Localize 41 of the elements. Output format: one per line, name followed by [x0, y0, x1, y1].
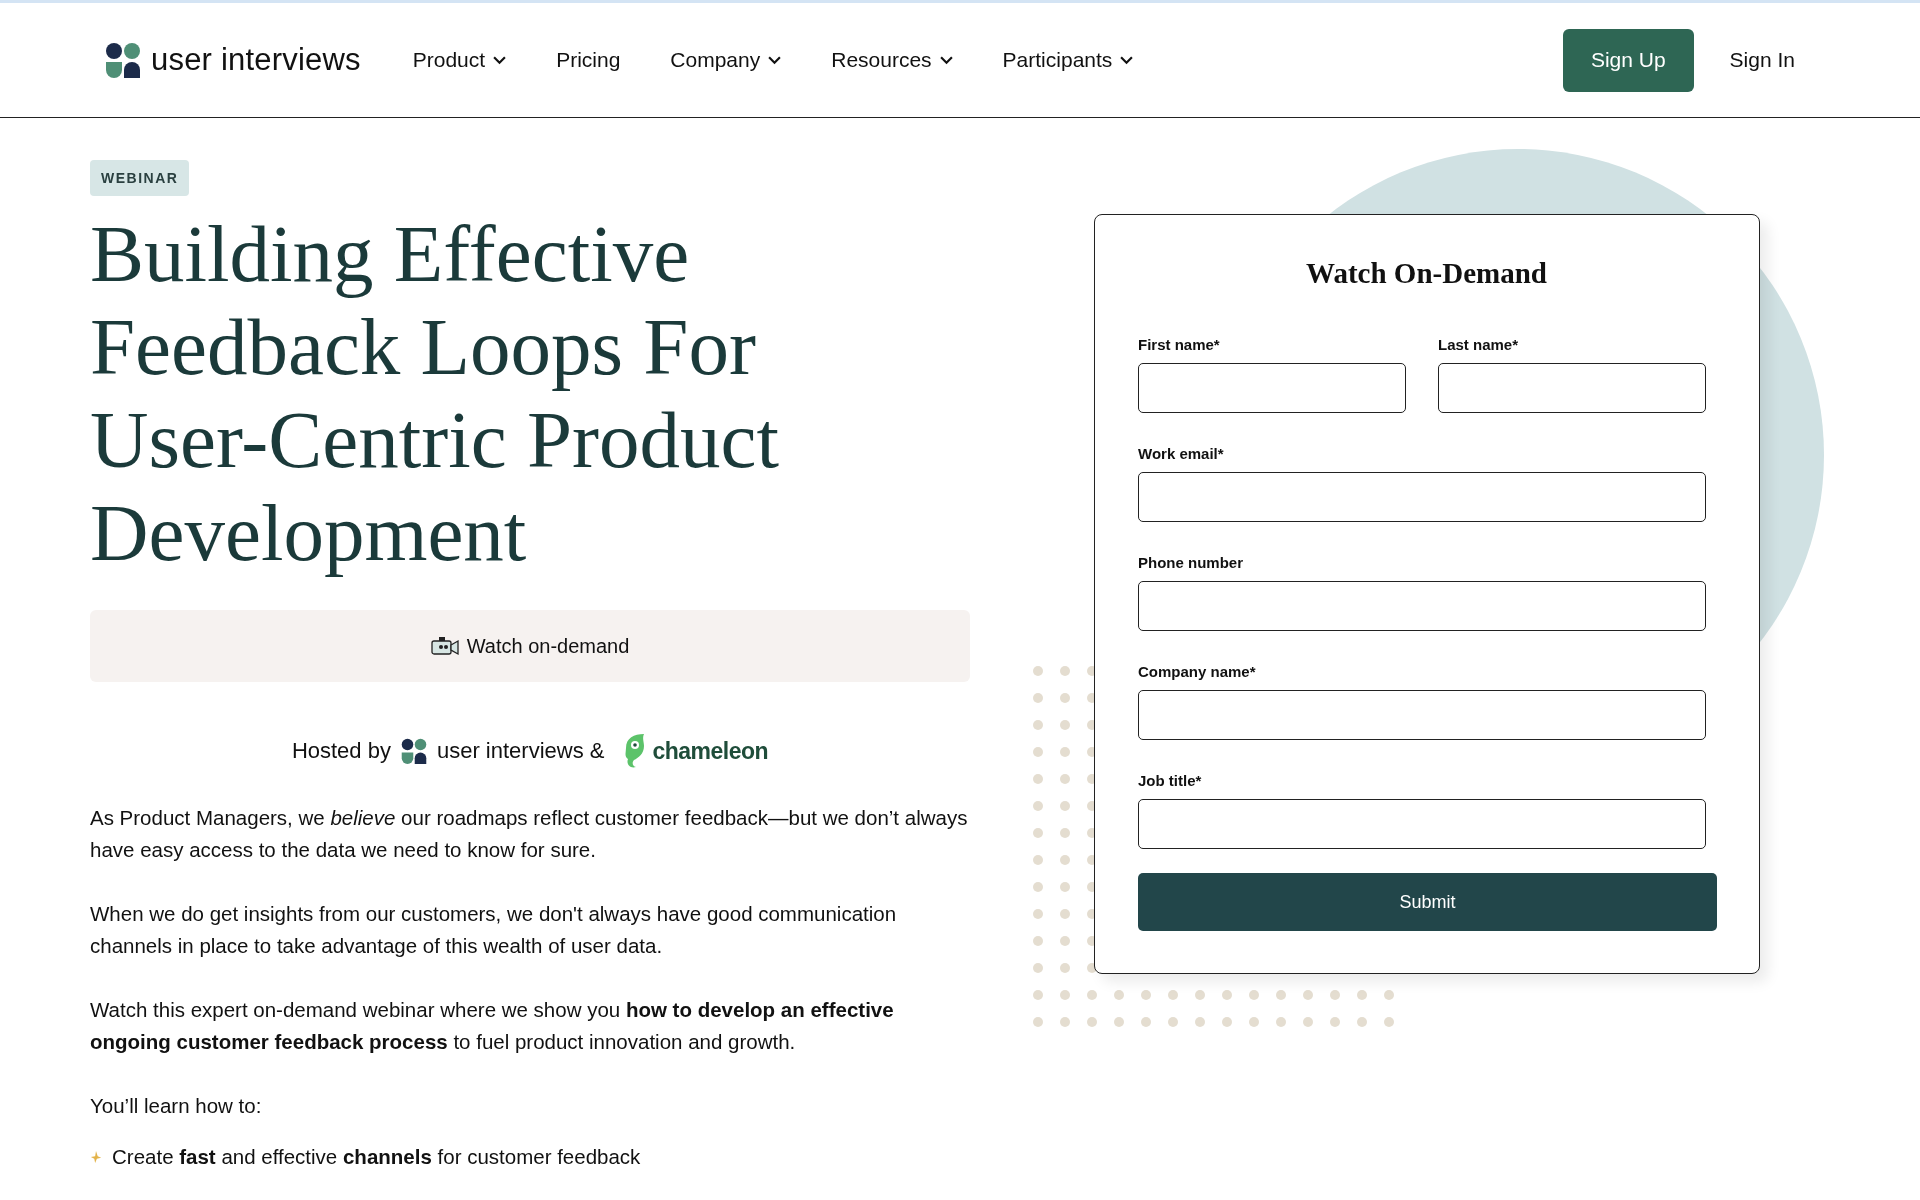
- logo-icon[interactable]: [105, 42, 141, 78]
- body-paragraph: As Product Managers, we believe our roadmaps reflect customer feedback—but we don’t always have easy access to the data we need to know for sure.: [90, 805, 969, 863]
- video-camera-icon: [430, 636, 459, 656]
- nav-link[interactable]: Participants: [1002, 48, 1134, 72]
- submit-button[interactable]: Submit: [1138, 873, 1717, 931]
- input-field[interactable]: [1438, 363, 1706, 413]
- input-field[interactable]: [1138, 581, 1706, 631]
- body-paragraph: When we do get insights from our customers, we don't always have good communication channels in place to take advantage of this wealth of user data.: [90, 901, 898, 959]
- brand-name[interactable]: user interviews: [151, 42, 361, 78]
- chevron-down-icon[interactable]: [768, 55, 782, 65]
- chevron-down-icon[interactable]: [1120, 55, 1134, 65]
- host-name: user interviews &: [436, 738, 605, 764]
- logo-icon: [400, 738, 427, 764]
- page-title: Building Effective Feedback Loops For User-Centric Product Development: [90, 208, 780, 580]
- nav-link[interactable]: Pricing: [556, 48, 621, 72]
- field-label: Work email*: [1138, 445, 1225, 462]
- field-label: Last name*: [1438, 336, 1520, 353]
- form-title: Watch On-Demand: [1305, 257, 1548, 290]
- nav-link[interactable]: Resources: [831, 48, 953, 72]
- input-field[interactable]: [1138, 690, 1706, 740]
- field-label: Job title*: [1138, 772, 1203, 789]
- input-field[interactable]: [1138, 472, 1706, 522]
- chevron-down-icon[interactable]: [493, 55, 507, 65]
- input-field[interactable]: [1138, 363, 1406, 413]
- list-item: Create fast and effective channels for customer feedback: [112, 1144, 641, 1170]
- sign-in-link[interactable]: Sign In: [1729, 48, 1795, 72]
- partner-name: chameleon: [652, 737, 769, 765]
- nav-link[interactable]: Product: [412, 48, 507, 72]
- sign-up-button[interactable]: Sign Up: [1562, 28, 1694, 92]
- watch-button[interactable]: Watch on-demand: [90, 610, 970, 682]
- sparkle-icon: [90, 1150, 102, 1164]
- field-label: First name*: [1138, 336, 1221, 353]
- nav-link[interactable]: Company: [670, 48, 782, 72]
- list-heading: You’ll learn how to:: [90, 1093, 263, 1119]
- body-paragraph: Watch this expert on-demand webinar where we show you how to develop an effective ongoing customer feedback process to fuel product innovation and growth.: [90, 997, 895, 1055]
- field-label: Phone number: [1138, 554, 1244, 571]
- hosted-by-text: Hosted by: [291, 738, 391, 764]
- chevron-down-icon[interactable]: [939, 55, 953, 65]
- input-field[interactable]: [1138, 799, 1706, 849]
- field-label: Company name*: [1138, 663, 1257, 680]
- category-badge: WEBINAR: [90, 160, 190, 196]
